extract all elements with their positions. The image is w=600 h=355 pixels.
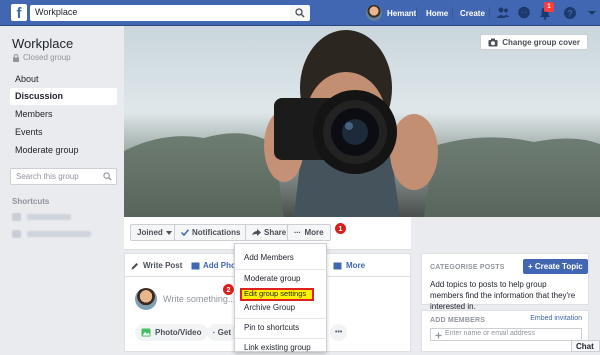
- group-search-placeholder: Search this group: [16, 172, 79, 181]
- top-navigation-bar: f Workplace Hemant Home Create 1 ?: [0, 0, 600, 26]
- profile-link[interactable]: Hemant: [366, 5, 416, 21]
- composer-options-button[interactable]: •••: [330, 324, 348, 341]
- chevron-down-icon: [165, 230, 172, 235]
- search-icon: [103, 172, 112, 181]
- add-members-panel: ADD MEMBERS Embed invitation Enter name …: [421, 310, 589, 352]
- share-label: Share: [264, 228, 287, 237]
- group-search-input[interactable]: Search this group: [10, 168, 117, 185]
- search-button[interactable]: [290, 5, 310, 21]
- joined-button[interactable]: Joined: [130, 224, 179, 241]
- friend-requests-icon[interactable]: [496, 6, 510, 20]
- categorise-posts-description: Add topics to posts to help group member…: [430, 280, 576, 311]
- joined-label: Joined: [137, 228, 163, 237]
- sidebar-item-members[interactable]: Members: [10, 106, 117, 123]
- get-icon: [213, 331, 215, 334]
- cover-image: [124, 30, 600, 217]
- avatar: [366, 5, 382, 21]
- notifications-button[interactable]: Notifications: [174, 224, 248, 241]
- account-menu-icon[interactable]: [585, 6, 599, 20]
- more-button[interactable]: ··· More: [287, 224, 331, 241]
- shortcut-item[interactable]: [12, 213, 71, 221]
- help-icon[interactable]: ?: [563, 6, 577, 20]
- create-topic-button[interactable]: + Create Topic: [523, 259, 588, 274]
- shortcuts-heading: Shortcuts: [12, 197, 50, 206]
- svg-text:?: ?: [567, 8, 573, 18]
- write-post-label: Write Post: [143, 261, 183, 270]
- categorise-posts-title: CATEGORISE POSTS: [430, 264, 505, 271]
- group-name[interactable]: Workplace: [12, 36, 73, 51]
- sidebar-item-events[interactable]: Events: [10, 124, 117, 141]
- shortcut-item[interactable]: [12, 230, 91, 238]
- menu-item-moderate-group[interactable]: Moderate group: [235, 272, 328, 286]
- photo-video-button[interactable]: Photo/Video: [135, 324, 208, 341]
- video-icon: [333, 262, 342, 269]
- search-icon: [295, 8, 305, 18]
- write-post-tab[interactable]: Write Post: [131, 261, 182, 270]
- photo-video-label: Photo/Video: [155, 328, 202, 337]
- composer-more-tab[interactable]: More: [333, 261, 365, 270]
- left-sidebar: Workplace Closed group About Discussion …: [0, 26, 124, 352]
- divider: [235, 338, 328, 339]
- group-cover-photo: Change group cover: [124, 26, 600, 217]
- group-privacy: Closed group: [12, 53, 71, 62]
- profile-name: Hemant: [387, 8, 417, 18]
- step-2-marker: 2: [222, 283, 235, 296]
- camera-icon: [488, 38, 498, 46]
- divider: [235, 318, 328, 319]
- divider: [489, 7, 490, 19]
- menu-item-add-members[interactable]: Add Members: [235, 251, 328, 265]
- sidebar-item-moderate-group[interactable]: Moderate group: [10, 142, 117, 159]
- step-1-marker: 1: [334, 222, 347, 235]
- pencil-icon: [131, 262, 138, 269]
- sidebar-item-about[interactable]: About: [10, 71, 117, 88]
- plus-icon: [435, 332, 442, 339]
- check-icon: [181, 229, 189, 236]
- divider: [416, 7, 417, 19]
- facebook-logo[interactable]: f: [11, 4, 27, 21]
- divider: [452, 7, 453, 19]
- menu-item-link-existing-group[interactable]: Link existing group: [235, 341, 328, 355]
- more-dropdown-menu: Add Members Moderate group Edit group se…: [234, 243, 328, 355]
- add-member-input[interactable]: Enter name or email address: [430, 328, 582, 341]
- post-input[interactable]: Write something...: [163, 294, 235, 304]
- avatar: [135, 288, 157, 310]
- create-link[interactable]: Create: [460, 9, 485, 18]
- get-button[interactable]: Get: [207, 324, 237, 341]
- menu-item-pin-to-shortcuts[interactable]: Pin to shortcuts: [235, 321, 328, 335]
- more-label: More: [304, 228, 324, 237]
- composer-more-label: More: [346, 261, 366, 270]
- messenger-icon[interactable]: [517, 6, 531, 20]
- lock-icon: [13, 53, 19, 62]
- photo-video-icon: [141, 328, 151, 337]
- embed-invitation-link[interactable]: Embed invitation: [530, 315, 582, 322]
- photo-icon: [191, 262, 200, 269]
- notifications-label: Notifications: [192, 228, 241, 237]
- group-type-label: Closed group: [23, 53, 71, 62]
- share-icon: [252, 229, 261, 236]
- share-button[interactable]: Share: [245, 224, 294, 241]
- categorise-posts-panel: CATEGORISE POSTS + Create Topic Add topi…: [421, 253, 589, 311]
- ellipsis-icon: ···: [294, 228, 301, 237]
- change-cover-label: Change group cover: [502, 37, 580, 47]
- chat-tab[interactable]: Chat: [571, 340, 600, 352]
- menu-item-edit-group-settings[interactable]: Edit group settings: [235, 287, 328, 301]
- home-link[interactable]: Home: [426, 9, 448, 18]
- add-member-placeholder: Enter name or email address: [445, 330, 535, 337]
- add-members-title: ADD MEMBERS: [430, 317, 486, 324]
- divider: [235, 269, 328, 270]
- get-label: Get: [217, 328, 231, 337]
- change-cover-button[interactable]: Change group cover: [480, 34, 588, 50]
- menu-item-archive-group[interactable]: Archive Group: [235, 301, 328, 315]
- notification-badge: 1: [544, 2, 554, 12]
- search-input[interactable]: Workplace: [30, 5, 291, 21]
- sidebar-item-discussion[interactable]: Discussion: [10, 88, 117, 105]
